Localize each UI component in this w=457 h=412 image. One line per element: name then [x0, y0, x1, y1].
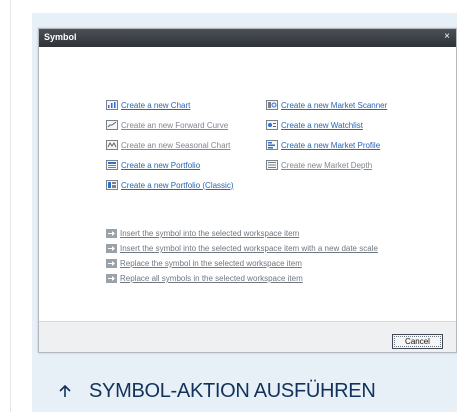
create-portfolio-link[interactable]: Create a new Portfolio	[106, 155, 233, 175]
insert-arrow-icon	[106, 229, 117, 238]
create-watchlist-link[interactable]: Create a new Watchlist	[266, 115, 387, 135]
replace-all-symbols-label: Replace all symbols in the selected work…	[120, 274, 303, 283]
seasonal-chart-icon	[106, 140, 118, 150]
create-portfolio-label: Create a new Portfolio	[121, 160, 201, 170]
watchlist-icon	[266, 120, 278, 130]
insert-symbol-label: Insert the symbol into the selected work…	[120, 229, 300, 238]
insert-symbol-new-date-scale-label: Insert the symbol into the selected work…	[120, 244, 378, 253]
symbol-dialog: Symbol × Create a new Chart Create an ne…	[38, 28, 457, 353]
replace-symbol-action[interactable]: Replace the symbol in the selected works…	[106, 256, 378, 271]
page-divider-line	[10, 0, 11, 412]
portfolio-classic-icon	[106, 180, 118, 190]
create-forward-curve-link[interactable]: Create an new Forward Curve	[106, 115, 233, 135]
create-portfolio-classic-label: Create a new Portfolio (Classic)	[121, 180, 234, 190]
create-market-profile-label: Create a new Market Profile	[281, 140, 381, 150]
create-seasonal-chart-label: Create an new Seasonal Chart	[121, 140, 231, 150]
arrow-up-icon	[59, 384, 71, 397]
create-portfolio-classic-link[interactable]: Create a new Portfolio (Classic)	[106, 175, 233, 195]
section-heading: SYMBOL-AKTION AUSFÜHREN	[58, 379, 376, 403]
dialog-titlebar: Symbol ×	[39, 29, 456, 47]
create-forward-curve-label: Create an new Forward Curve	[121, 120, 229, 130]
market-depth-icon	[266, 160, 278, 170]
market-scanner-icon	[266, 100, 278, 110]
create-market-profile-link[interactable]: Create a new Market Profile	[266, 135, 387, 155]
create-chart-link[interactable]: Create a new Chart	[106, 95, 233, 115]
chart-icon	[106, 100, 118, 110]
create-market-depth-label: Create new Market Depth	[281, 160, 373, 170]
dialog-footer: Cancel	[39, 321, 456, 352]
portfolio-icon	[106, 160, 118, 170]
create-chart-label: Create a new Chart	[121, 100, 191, 110]
replace-arrow-icon	[106, 274, 117, 283]
replace-symbol-label: Replace the symbol in the selected works…	[120, 259, 302, 268]
create-links-left: Create a new Chart Create an new Forward…	[106, 95, 233, 195]
create-watchlist-label: Create a new Watchlist	[281, 120, 363, 130]
forward-curve-icon	[106, 120, 118, 130]
insert-symbol-new-date-scale-action[interactable]: Insert the symbol into the selected work…	[106, 241, 378, 256]
section-heading-label: SYMBOL-AKTION AUSFÜHREN	[89, 380, 376, 402]
cancel-button[interactable]: Cancel	[392, 334, 443, 349]
close-icon[interactable]: ×	[444, 31, 450, 43]
insert-symbol-action[interactable]: Insert the symbol into the selected work…	[106, 226, 378, 241]
replace-all-symbols-action[interactable]: Replace all symbols in the selected work…	[106, 271, 378, 286]
create-market-depth-link[interactable]: Create new Market Depth	[266, 155, 387, 175]
create-seasonal-chart-link[interactable]: Create an new Seasonal Chart	[106, 135, 233, 155]
create-market-scanner-link[interactable]: Create a new Market Scanner	[266, 95, 387, 115]
dialog-title: Symbol	[44, 32, 77, 42]
workspace-actions: Insert the symbol into the selected work…	[106, 226, 378, 286]
insert-arrow-icon	[106, 244, 117, 253]
replace-arrow-icon	[106, 259, 117, 268]
create-market-scanner-label: Create a new Market Scanner	[281, 100, 388, 110]
create-links-right: Create a new Market Scanner Create a new…	[266, 95, 387, 175]
market-profile-icon	[266, 140, 278, 150]
